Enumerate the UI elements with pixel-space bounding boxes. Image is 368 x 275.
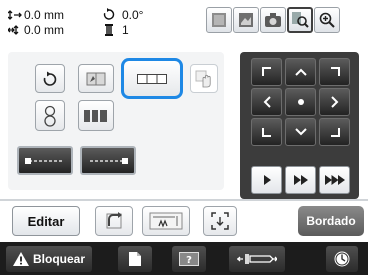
array-icon xyxy=(84,109,107,122)
thread-color-count: 1 xyxy=(122,23,129,37)
frame-alt-icon xyxy=(239,13,253,27)
arrow-right-icon xyxy=(330,96,338,108)
density-icon xyxy=(195,70,211,87)
play-button[interactable] xyxy=(251,166,282,194)
thread-cut-icon xyxy=(149,212,183,230)
presser-foot-icon xyxy=(237,254,277,264)
move-up-left-button[interactable] xyxy=(251,58,282,86)
play-icon xyxy=(263,175,271,185)
thread-spool-icon xyxy=(104,24,114,36)
arrow-down-right-icon xyxy=(330,128,340,137)
array-button[interactable] xyxy=(78,100,114,131)
edit-label: Editar xyxy=(27,213,65,229)
warning-icon xyxy=(12,252,29,266)
thread-mark-right-button[interactable] xyxy=(80,146,136,175)
move-up-right-button[interactable] xyxy=(319,58,350,86)
offset-y-icon xyxy=(8,25,22,35)
camera-preview-button[interactable] xyxy=(260,7,286,33)
move-down-right-button[interactable] xyxy=(319,118,350,146)
border-repeat-button[interactable] xyxy=(121,58,183,99)
fast-forward-icon xyxy=(293,175,308,185)
lock-label: Bloquear xyxy=(32,252,85,266)
preview-button[interactable] xyxy=(287,7,313,33)
thread-mark-left-icon xyxy=(25,157,63,164)
border-repeat-icon xyxy=(137,73,167,84)
document-button[interactable] xyxy=(118,246,152,272)
fast-forward-button[interactable] xyxy=(285,166,316,194)
center-dot-icon xyxy=(297,99,304,105)
help-icon: ? xyxy=(179,252,199,266)
move-down-button[interactable] xyxy=(285,118,316,146)
mirror-icon xyxy=(86,72,106,85)
frame-alt-button[interactable] xyxy=(233,7,259,33)
arrow-up-icon xyxy=(294,68,307,76)
trial-button[interactable] xyxy=(203,206,237,236)
offset-y-value: 0.0 mm xyxy=(24,23,65,37)
move-down-left-button[interactable] xyxy=(251,118,282,146)
embroidery-frame-button[interactable] xyxy=(206,7,232,33)
embroidery-label: Bordado xyxy=(306,214,356,228)
zoom-in-button[interactable] xyxy=(314,7,340,33)
embroidery-button[interactable]: Bordado xyxy=(298,206,364,236)
arrow-down-icon xyxy=(294,128,307,136)
rotation-value: 0.0° xyxy=(122,8,144,22)
camera-preview-icon xyxy=(265,13,281,27)
rotate-frame-icon xyxy=(106,212,122,229)
density-button[interactable] xyxy=(190,64,218,93)
move-left-button[interactable] xyxy=(251,88,282,116)
zoom-in-icon xyxy=(319,12,335,28)
thread-cut-button[interactable] xyxy=(142,206,190,236)
trial-frame-icon xyxy=(211,212,229,230)
svg-text:?: ? xyxy=(186,255,192,266)
document-icon xyxy=(129,252,141,266)
move-up-button[interactable] xyxy=(285,58,316,86)
settings-button[interactable] xyxy=(326,246,358,272)
skip-forward-button[interactable] xyxy=(319,166,350,194)
multi-color-button[interactable] xyxy=(35,100,65,131)
move-right-button[interactable] xyxy=(319,88,350,116)
embroidery-frame-icon xyxy=(212,13,226,27)
clock-icon xyxy=(334,251,350,267)
offset-x-value: 0.0 mm xyxy=(24,8,65,22)
arrow-up-right-icon xyxy=(330,67,340,76)
skip-forward-icon xyxy=(324,175,345,185)
zoom-preview-icon xyxy=(292,12,309,28)
rotate-frame-button[interactable] xyxy=(95,206,133,236)
rotation-icon xyxy=(103,8,115,21)
rotate-button[interactable] xyxy=(35,64,65,93)
arrow-up-left-icon xyxy=(261,67,271,76)
thread-mark-right-icon xyxy=(90,157,128,164)
move-center-button[interactable] xyxy=(285,88,316,116)
lock-button[interactable]: Bloquear xyxy=(6,246,92,272)
embroidery-edit-screen: 0.0 mm 0.0° 0.0 mm 1 Editar Bordado Bloq… xyxy=(0,0,368,275)
offset-x-icon xyxy=(8,10,22,20)
edit-button[interactable]: Editar xyxy=(12,206,80,236)
thread-mark-left-button[interactable] xyxy=(17,146,73,175)
presser-foot-button[interactable] xyxy=(229,246,285,272)
arrow-down-left-icon xyxy=(261,128,271,137)
help-button[interactable]: ? xyxy=(172,246,206,272)
divider xyxy=(0,199,368,201)
multi-color-icon xyxy=(44,105,56,127)
rotate-icon xyxy=(43,71,57,86)
arrow-left-icon xyxy=(263,96,271,108)
mirror-button[interactable] xyxy=(78,64,114,93)
